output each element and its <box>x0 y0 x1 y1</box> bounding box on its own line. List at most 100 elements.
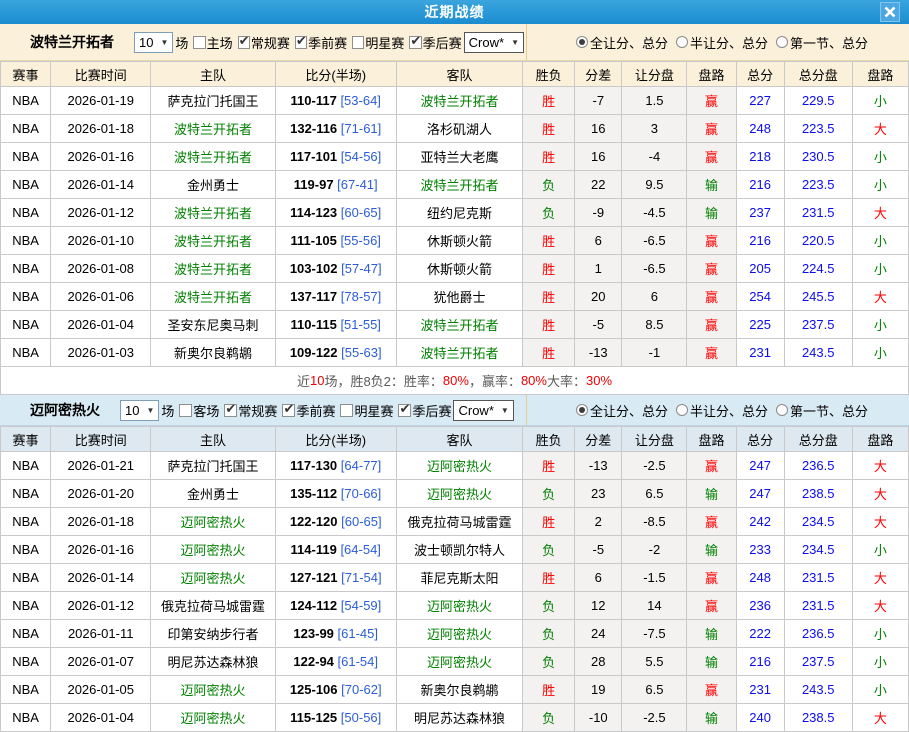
cell-point-diff: 16 <box>575 143 622 171</box>
cell-total-line: 236.5 <box>784 452 852 480</box>
table-row: NBA2026-01-07明尼苏达森林狼122-94 [61-54]迈阿密热火负… <box>1 648 909 676</box>
radio-odds-option-2[interactable] <box>676 36 688 48</box>
table-row: NBA2026-01-05迈阿密热火125-106 [70-62]新奥尔良鹈鹕胜… <box>1 676 909 704</box>
half-score: [71-54] <box>341 570 381 585</box>
full-score: 114-119 <box>291 542 337 557</box>
checkbox-3[interactable] <box>282 404 295 417</box>
column-header: 分差 <box>575 427 622 452</box>
cell-league: NBA <box>1 283 51 311</box>
cell-league: NBA <box>1 648 51 676</box>
cell-point-diff: -13 <box>575 452 622 480</box>
cell-away-team: 洛杉矶湖人 <box>396 115 522 143</box>
radio-label: 半让分、总分 <box>690 33 768 52</box>
season-select[interactable]: Crow*▼ <box>464 32 524 53</box>
team-name: 波特兰开拓者 <box>30 32 114 52</box>
games-unit-label: 场 <box>161 401 174 420</box>
checkbox-5[interactable] <box>409 36 421 49</box>
table-row: NBA2026-01-06波特兰开拓者137-117 [78-57]犹他爵士胜2… <box>1 283 909 311</box>
cell-handicap-result: 输 <box>687 648 736 676</box>
checkbox-label: 明星赛 <box>354 401 393 420</box>
cell-total-points: 236 <box>736 592 784 620</box>
checkbox-1[interactable] <box>179 404 192 417</box>
radio-odds-option-1[interactable] <box>576 36 588 48</box>
cell-date: 2026-01-18 <box>51 508 151 536</box>
column-header: 盘路 <box>852 62 908 87</box>
season-select[interactable]: Crow*▼ <box>453 400 513 421</box>
cell-total-result: 小 <box>852 536 908 564</box>
cell-league: NBA <box>1 676 51 704</box>
cell-home-team: 迈阿密热火 <box>151 704 275 732</box>
cell-score: 117-130 [64-77] <box>275 452 396 480</box>
half-score: [61-45] <box>338 626 378 641</box>
checkbox-label: 季后赛 <box>423 33 462 52</box>
column-header: 赛事 <box>1 62 51 87</box>
cell-total-points: 233 <box>736 536 784 564</box>
radio-odds-option-3[interactable] <box>776 404 788 416</box>
cell-away-team: 迈阿密热火 <box>396 620 522 648</box>
cell-point-diff: 2 <box>575 508 622 536</box>
cell-handicap-result: 赢 <box>687 227 736 255</box>
radio-odds-option-3[interactable] <box>776 36 788 48</box>
cell-total-points: 248 <box>736 564 784 592</box>
full-score: 123-99 <box>293 626 333 641</box>
games-count-value: 10 <box>125 403 139 418</box>
summary-part: 场，胜8负2：胜率： <box>324 371 442 390</box>
radio-label: 全让分、总分 <box>590 401 668 420</box>
cell-home-team: 波特兰开拓者 <box>151 227 275 255</box>
cell-handicap-line: -2 <box>622 536 687 564</box>
radio-odds-option-1[interactable] <box>576 404 588 416</box>
checkbox-4[interactable] <box>352 36 364 49</box>
cell-date: 2026-01-08 <box>51 255 151 283</box>
cell-total-points: 216 <box>736 171 784 199</box>
half-score: [70-62] <box>341 682 381 697</box>
radio-odds-option-2[interactable] <box>676 404 688 416</box>
cell-home-team: 金州勇士 <box>151 480 275 508</box>
checkbox-2[interactable] <box>224 404 237 417</box>
cell-total-line: 236.5 <box>784 620 852 648</box>
checkbox-4[interactable] <box>340 404 353 417</box>
cell-home-team: 迈阿密热火 <box>151 536 275 564</box>
cell-away-team: 休斯顿火箭 <box>396 255 522 283</box>
cell-total-result: 小 <box>852 620 908 648</box>
cell-home-team: 波特兰开拓者 <box>151 199 275 227</box>
cell-date: 2026-01-20 <box>51 480 151 508</box>
cell-total-points: 247 <box>736 452 784 480</box>
half-score: [64-77] <box>341 458 381 473</box>
cell-league: NBA <box>1 311 51 339</box>
summary-part: ，赢率： <box>469 371 521 390</box>
cell-away-team: 犹他爵士 <box>396 283 522 311</box>
cell-handicap-line: -8.5 <box>622 508 687 536</box>
table-row: NBA2026-01-14金州勇士119-97 [67-41]波特兰开拓者负22… <box>1 171 909 199</box>
cell-handicap-line: -6.5 <box>622 255 687 283</box>
cell-total-result: 小 <box>852 648 908 676</box>
games-count-select[interactable]: 10▼ <box>134 32 173 53</box>
cell-total-result: 大 <box>852 115 908 143</box>
cell-date: 2026-01-14 <box>51 171 151 199</box>
summary-part: 10 <box>310 373 324 388</box>
cell-league: NBA <box>1 143 51 171</box>
cell-result: 负 <box>523 480 575 508</box>
cell-total-points: 247 <box>736 480 784 508</box>
cell-date: 2026-01-21 <box>51 452 151 480</box>
cell-total-points: 218 <box>736 143 784 171</box>
games-count-select[interactable]: 10▼ <box>120 400 159 421</box>
checkbox-2[interactable] <box>238 36 250 49</box>
team-name: 迈阿密热火 <box>30 400 100 420</box>
close-button[interactable] <box>880 2 900 22</box>
cell-away-team: 菲尼克斯太阳 <box>396 564 522 592</box>
table-row: NBA2026-01-14迈阿密热火127-121 [71-54]菲尼克斯太阳胜… <box>1 564 909 592</box>
full-score: 135-112 <box>290 486 337 501</box>
checkbox-5[interactable] <box>398 404 411 417</box>
cell-score: 114-123 [60-65] <box>275 199 396 227</box>
half-score: [60-65] <box>341 205 381 220</box>
checkbox-1[interactable] <box>193 36 205 49</box>
cell-total-line: 234.5 <box>784 508 852 536</box>
cell-handicap-result: 赢 <box>687 283 736 311</box>
half-score: [55-56] <box>340 233 380 248</box>
full-score: 124-112 <box>290 598 337 613</box>
column-header: 盘路 <box>687 427 736 452</box>
checkbox-3[interactable] <box>295 36 307 49</box>
cell-score: 122-120 [60-65] <box>275 508 396 536</box>
full-score: 103-102 <box>290 261 338 276</box>
column-header: 客队 <box>396 427 522 452</box>
